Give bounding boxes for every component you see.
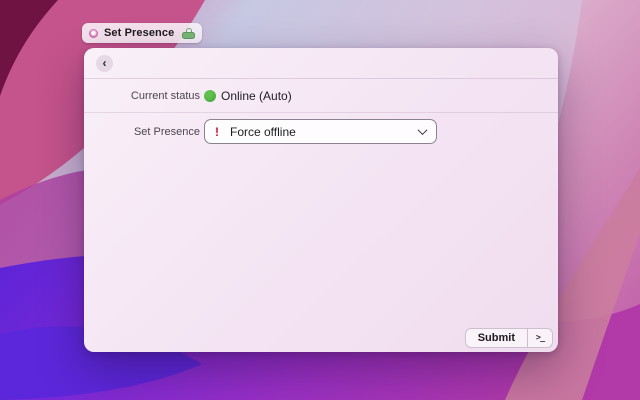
online-status-icon: [204, 89, 216, 102]
back-button[interactable]: ‹: [96, 55, 113, 72]
title-chip-label: Set Presence: [104, 27, 175, 39]
window-header: ‹: [84, 48, 558, 79]
set-presence-window: ‹ Current status Online (Auto) Set Prese…: [84, 48, 558, 352]
current-status-label: Current status: [130, 89, 200, 102]
window-footer: Submit >_: [464, 328, 553, 348]
terminal-button[interactable]: >_: [527, 329, 552, 347]
lock-icon: [182, 27, 196, 39]
submit-button[interactable]: Submit: [466, 329, 527, 347]
presence-dropdown-value: Force offline: [230, 124, 296, 139]
submit-button-group: Submit >_: [464, 328, 553, 348]
current-status-row: Current status Online (Auto): [84, 79, 558, 113]
terminal-icon: >_: [535, 333, 545, 343]
desktop: Set Presence ‹ Current status Online (Au…: [0, 0, 640, 400]
warning-icon: !: [215, 124, 219, 139]
lock-body: [182, 31, 196, 39]
set-presence-row: Set Presence ! Force offline: [84, 119, 558, 144]
set-presence-label: Set Presence: [133, 125, 200, 138]
presence-dropdown[interactable]: ! Force offline: [204, 119, 437, 144]
current-status-value: Online (Auto): [221, 88, 292, 103]
back-icon: ‹: [102, 56, 107, 70]
title-chip[interactable]: Set Presence: [82, 23, 203, 43]
flower-icon: [89, 28, 98, 38]
chevron-down-icon: [417, 125, 428, 136]
